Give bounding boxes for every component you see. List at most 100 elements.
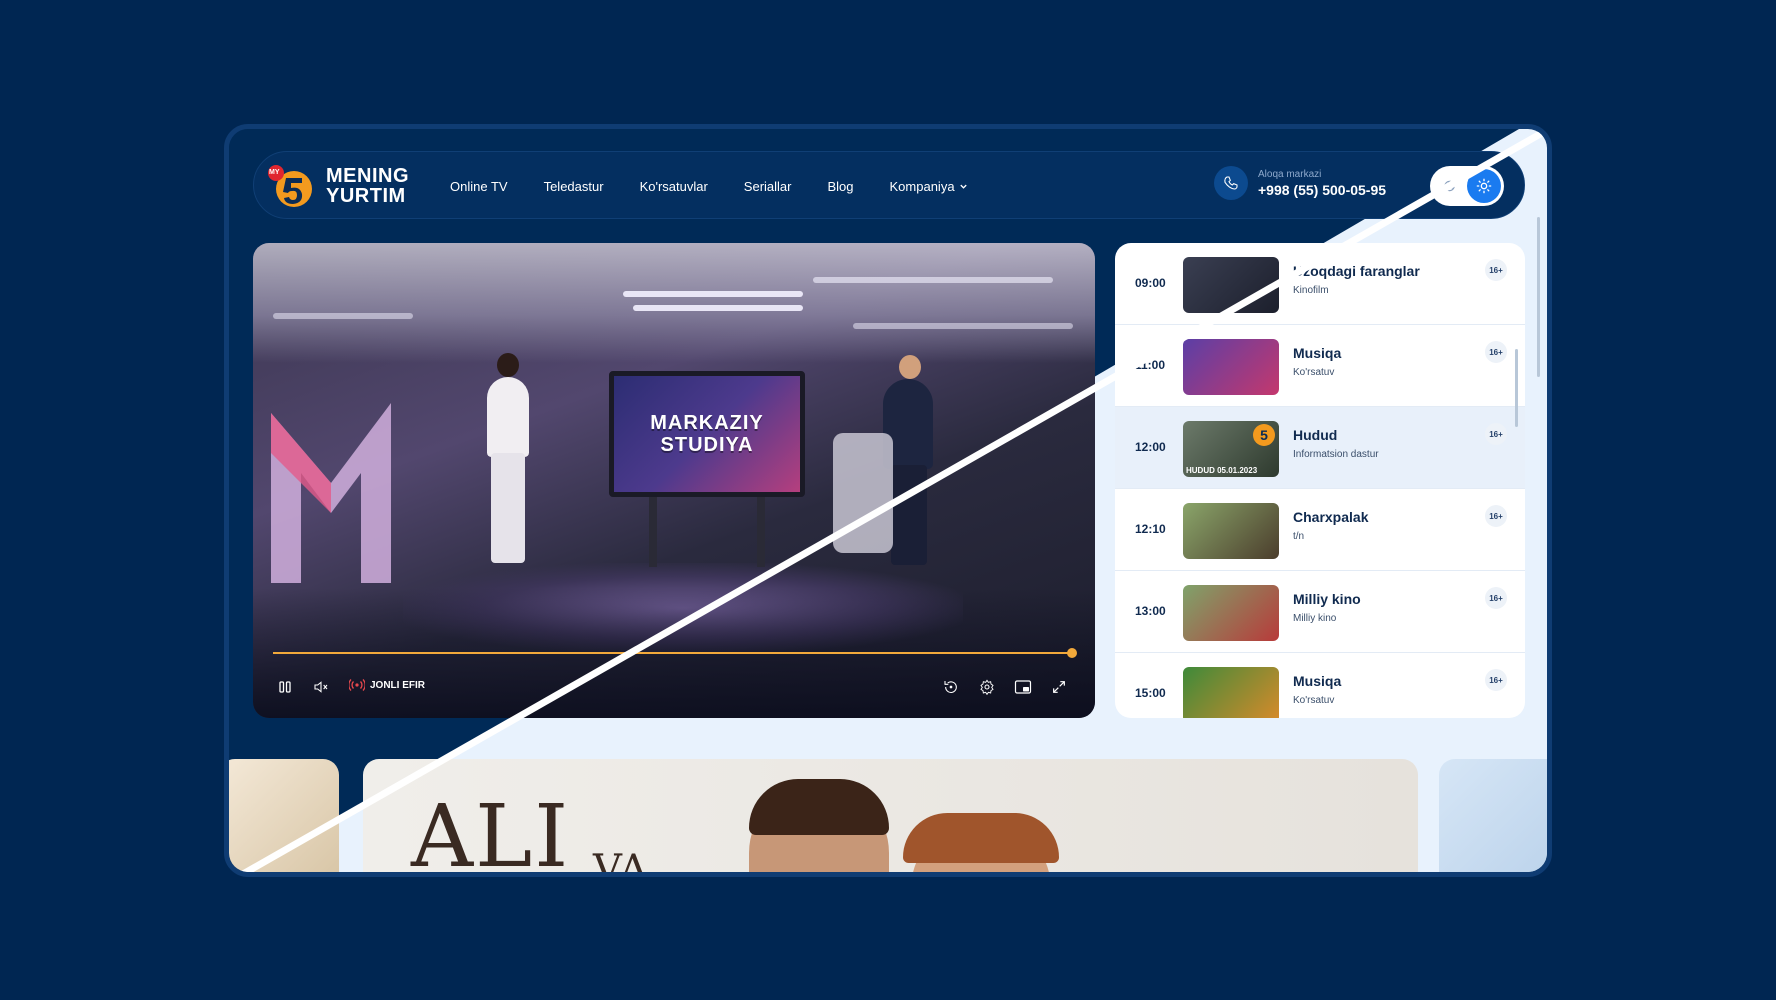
studio-light — [853, 323, 1073, 329]
logo-line-2: YURTIM — [326, 185, 406, 207]
schedule-title: Musiqa — [1293, 673, 1342, 689]
studio-light — [273, 313, 413, 319]
schedule-title: Musiqa — [1293, 345, 1342, 361]
schedule-time: 15:00 — [1135, 686, 1166, 700]
screen-stand — [649, 497, 657, 567]
schedule-row[interactable]: 15:00 Musiqa Ko'rsatuv 16+ — [1115, 653, 1525, 718]
thumbnail-caption: HUDUD 05.01.2023 — [1186, 466, 1258, 475]
schedule-subtitle: Kinofilm — [1293, 285, 1329, 296]
replay-icon[interactable] — [939, 675, 963, 699]
logo-text: MENING YURTIM — [326, 166, 409, 206]
schedule-subtitle: Milliy kino — [1293, 613, 1337, 624]
studio-light — [623, 291, 803, 297]
progress-bar[interactable] — [273, 652, 1073, 654]
schedule-time: 13:00 — [1135, 604, 1166, 618]
age-rating-badge: 16+ — [1485, 341, 1507, 363]
picture-in-picture-icon[interactable] — [1011, 675, 1035, 699]
schedule-subtitle: Ko'rsatuv — [1293, 695, 1335, 706]
main-nav: Online TV Teledastur Ko'rsatuvlar Serial… — [450, 152, 968, 220]
schedule-thumbnail — [1183, 585, 1279, 641]
actor-hair — [749, 779, 889, 835]
schedule-thumbnail — [1183, 667, 1279, 718]
presenter-legs — [491, 453, 525, 563]
age-rating-badge: 16+ — [1485, 587, 1507, 609]
live-label: JONLI EFIR — [370, 679, 426, 691]
schedule-time: 12:10 — [1135, 522, 1166, 536]
contact-phone[interactable]: +998 (55) 500-05-95 — [1258, 182, 1386, 198]
nav-online-tv[interactable]: Online TV — [450, 179, 508, 194]
schedule-subtitle: Informatsion dastur — [1293, 449, 1379, 460]
age-rating-badge: 16+ — [1485, 505, 1507, 527]
nav-teledastur[interactable]: Teledastur — [544, 179, 604, 194]
tv-schedule: 09:00 Uzoqdagi faranglar Kinofilm 16+ 11… — [1115, 243, 1525, 718]
schedule-title: Uzoqdagi faranglar — [1293, 263, 1420, 279]
presenter-head — [497, 353, 519, 377]
mute-icon[interactable] — [309, 675, 333, 699]
actress-hair — [903, 813, 1059, 863]
schedule-time: 12:00 — [1135, 440, 1166, 454]
presenter-head — [899, 355, 921, 379]
schedule-title: Milliy kino — [1293, 591, 1361, 607]
nav-seriallar[interactable]: Seriallar — [744, 179, 792, 194]
banner-card-main[interactable]: ALI VA — [363, 759, 1418, 877]
fullscreen-icon[interactable] — [1047, 675, 1071, 699]
video-player[interactable]: MARKAZIY STUDIYA JONLI EFIR — [253, 243, 1095, 718]
site-header: MY MENING YURTIM Online TV Teledastur Ko… — [253, 151, 1525, 219]
schedule-row[interactable]: 11:00 Musiqa Ko'rsatuv 16+ — [1115, 325, 1525, 407]
schedule-thumbnail: HUDUD 05.01.2023 5 — [1183, 421, 1279, 477]
studio-screen: MARKAZIY STUDIYA — [609, 371, 805, 497]
pause-icon[interactable] — [273, 675, 297, 699]
schedule-row[interactable]: 13:00 Milliy kino Milliy kino 16+ — [1115, 571, 1525, 653]
live-indicator: JONLI EFIR — [349, 679, 425, 691]
studio-screen-text-1: MARKAZIY — [650, 412, 764, 434]
presenter-body — [487, 377, 529, 457]
schedule-time: 09:00 — [1135, 276, 1166, 290]
presenter-legs — [891, 465, 927, 565]
schedule-row[interactable]: 12:10 Charxpalak t/n 16+ — [1115, 489, 1525, 571]
broadcast-icon — [349, 679, 365, 691]
contact-text: Aloqa markazi +998 (55) 500-05-95 — [1258, 169, 1386, 198]
phone-icon — [1214, 166, 1248, 200]
schedule-row[interactable]: 09:00 Uzoqdagi faranglar Kinofilm 16+ — [1115, 243, 1525, 325]
studio-screen-text-2: STUDIYA — [660, 434, 754, 456]
studio-light — [813, 277, 1053, 283]
banner-card-left[interactable] — [229, 759, 339, 872]
schedule-subtitle: Ko'rsatuv — [1293, 367, 1335, 378]
studio-letter-0 — [833, 433, 893, 553]
nav-kompaniya-label: Kompaniya — [889, 178, 955, 194]
banner-title: ALI — [411, 787, 571, 877]
page-scrollbar[interactable] — [1537, 217, 1540, 377]
contact-label: Aloqa markazi — [1258, 168, 1322, 180]
device-frame: MY MENING YURTIM Online TV Teledastur Ko… — [224, 124, 1552, 877]
schedule-scrollbar[interactable] — [1515, 349, 1518, 427]
nav-korsatuvlar[interactable]: Ko'rsatuvlar — [640, 179, 708, 194]
schedule-subtitle: t/n — [1293, 531, 1305, 542]
player-controls: JONLI EFIR — [273, 675, 1073, 699]
theme-toggle[interactable] — [1430, 166, 1504, 206]
moon-icon[interactable] — [1434, 170, 1466, 202]
banner-card-right[interactable] — [1439, 759, 1547, 872]
settings-gear-icon[interactable] — [975, 675, 999, 699]
age-rating-badge: 16+ — [1485, 259, 1507, 281]
nav-kompaniya[interactable]: Kompaniya — [890, 179, 968, 194]
contact-center[interactable]: Aloqa markazi +998 (55) 500-05-95 — [1214, 166, 1386, 200]
schedule-thumbnail — [1183, 257, 1279, 313]
age-rating-badge: 16+ — [1485, 423, 1507, 445]
progress-handle[interactable] — [1067, 648, 1077, 658]
sun-icon[interactable] — [1467, 169, 1501, 203]
schedule-title: Charxpalak — [1293, 509, 1369, 525]
schedule-thumbnail — [1183, 503, 1279, 559]
logo-badge: MY — [269, 169, 280, 176]
studio-light — [633, 305, 803, 311]
site-logo[interactable]: MY MENING YURTIM — [268, 162, 418, 210]
schedule-thumbnail — [1183, 339, 1279, 395]
schedule-time: 11:00 — [1135, 358, 1166, 372]
screen-stand — [757, 497, 765, 567]
schedule-row-current[interactable]: 12:00 HUDUD 05.01.2023 5 Hudud Informats… — [1115, 407, 1525, 489]
age-rating-badge: 16+ — [1485, 669, 1507, 691]
chevron-down-icon — [959, 184, 967, 189]
studio-ceiling — [253, 243, 1095, 363]
nav-blog[interactable]: Blog — [827, 179, 853, 194]
logo-line-1: MENING — [326, 165, 409, 187]
banner-subtitle: VA — [593, 847, 649, 877]
